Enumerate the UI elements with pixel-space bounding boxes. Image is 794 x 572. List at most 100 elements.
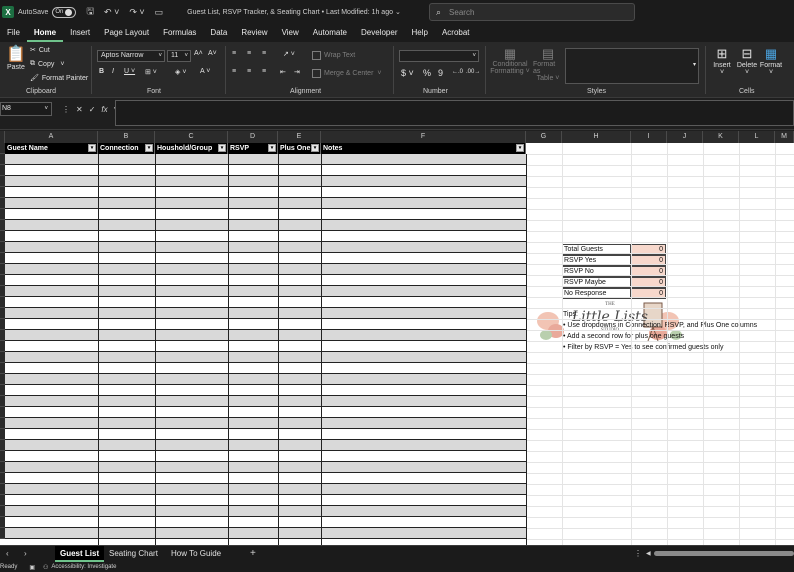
- table-row[interactable]: [5, 484, 526, 495]
- row-header[interactable]: [0, 506, 5, 517]
- row-header[interactable]: [0, 143, 5, 154]
- table-row[interactable]: [5, 407, 526, 418]
- row-header[interactable]: [0, 528, 5, 539]
- table-row[interactable]: [5, 363, 526, 374]
- row-header[interactable]: [0, 407, 5, 418]
- filter-dropdown-icon[interactable]: ▾: [88, 144, 96, 152]
- row-header[interactable]: [0, 495, 5, 506]
- table-row[interactable]: [5, 385, 526, 396]
- number-format-select[interactable]: ˅: [399, 50, 479, 62]
- tab-how-to-guide[interactable]: How To Guide: [166, 546, 226, 562]
- menu-automate[interactable]: Automate: [306, 24, 354, 42]
- increase-decimal-icon[interactable]: ←.0: [452, 69, 463, 75]
- decrease-font-icon[interactable]: A˅: [208, 50, 217, 57]
- row-header[interactable]: [0, 418, 5, 429]
- font-name-select[interactable]: Aptos Narrow ˅: [97, 50, 165, 62]
- table-row[interactable]: [5, 297, 526, 308]
- row-header[interactable]: [0, 319, 5, 330]
- table-row[interactable]: [5, 220, 526, 231]
- menu-insert[interactable]: Insert: [63, 24, 97, 42]
- percent-icon[interactable]: %: [423, 68, 431, 78]
- cell-styles-gallery[interactable]: ▾: [565, 48, 699, 84]
- worksheet-grid[interactable]: A B C D E F G H I J K L M Guest Name ▾ Co…: [0, 131, 794, 545]
- table-row[interactable]: [5, 396, 526, 407]
- insert-cells-button[interactable]: ⊞ Insert ˅: [711, 46, 733, 76]
- table-row[interactable]: [5, 154, 526, 165]
- table-row[interactable]: [5, 429, 526, 440]
- filter-dropdown-icon[interactable]: ▾: [218, 144, 226, 152]
- column-header-k[interactable]: K: [703, 131, 739, 143]
- redo-icon[interactable]: ↷ ˅: [129, 7, 144, 18]
- row-header[interactable]: [0, 176, 5, 187]
- table-row[interactable]: [5, 264, 526, 275]
- fill-color-icon[interactable]: ◈ ˅: [175, 68, 186, 76]
- row-header[interactable]: [0, 154, 5, 165]
- format-painter-button[interactable]: 🖌 Format Painter: [30, 74, 88, 83]
- decrease-decimal-icon[interactable]: .00→: [466, 69, 480, 75]
- table-row[interactable]: [5, 330, 526, 341]
- table-row[interactable]: [5, 451, 526, 462]
- table-row[interactable]: [5, 440, 526, 451]
- accessibility-icon[interactable]: ⚇: [43, 564, 48, 571]
- table-row[interactable]: [5, 517, 526, 528]
- table-row[interactable]: [5, 462, 526, 473]
- row-header[interactable]: [0, 396, 5, 407]
- table-row[interactable]: [5, 198, 526, 209]
- column-header-b[interactable]: B: [98, 131, 155, 143]
- menu-data[interactable]: Data: [203, 24, 234, 42]
- row-header[interactable]: [0, 440, 5, 451]
- table-row[interactable]: [5, 341, 526, 352]
- horizontal-scrollbar[interactable]: [654, 551, 794, 556]
- filter-dropdown-icon[interactable]: ▾: [311, 144, 319, 152]
- column-header-f[interactable]: F: [321, 131, 526, 143]
- row-header[interactable]: [0, 352, 5, 363]
- row-header[interactable]: [0, 209, 5, 220]
- row-header[interactable]: [0, 341, 5, 352]
- table-row[interactable]: [5, 506, 526, 517]
- table-row[interactable]: [5, 209, 526, 220]
- formula-input[interactable]: [115, 100, 794, 126]
- column-header-g[interactable]: G: [526, 131, 562, 143]
- row-header[interactable]: [0, 462, 5, 473]
- currency-icon[interactable]: $ ˅: [401, 68, 414, 78]
- row-header[interactable]: [0, 484, 5, 495]
- decrease-indent-icon[interactable]: ⇤: [280, 68, 286, 76]
- prev-sheet-icon[interactable]: ‹: [6, 546, 9, 562]
- document-title[interactable]: Guest List, RSVP Tracker, & Seating Char…: [187, 8, 401, 16]
- row-header[interactable]: [0, 253, 5, 264]
- filter-dropdown-icon[interactable]: ▾: [516, 144, 524, 152]
- row-header[interactable]: [0, 297, 5, 308]
- table-row[interactable]: [5, 187, 526, 198]
- table-row[interactable]: [5, 495, 526, 506]
- underline-icon[interactable]: U ˅: [124, 68, 135, 75]
- filter-dropdown-icon[interactable]: ▾: [268, 144, 276, 152]
- accessibility-status[interactable]: Accessibility: Investigate: [51, 564, 116, 570]
- column-header-i[interactable]: I: [631, 131, 667, 143]
- column-header-h[interactable]: H: [562, 131, 631, 143]
- table-row[interactable]: [5, 319, 526, 330]
- row-header[interactable]: [0, 231, 5, 242]
- menu-view[interactable]: View: [275, 24, 306, 42]
- row-header[interactable]: [0, 275, 5, 286]
- table-row[interactable]: [5, 242, 526, 253]
- table-row[interactable]: [5, 176, 526, 187]
- column-header-e[interactable]: E: [278, 131, 321, 143]
- add-sheet-icon[interactable]: +: [250, 546, 256, 562]
- align-middle-icon[interactable]: ≡: [247, 50, 251, 57]
- menu-review[interactable]: Review: [234, 24, 274, 42]
- wrap-text-button[interactable]: Wrap Text: [312, 51, 355, 60]
- row-header[interactable]: [0, 187, 5, 198]
- copy-button[interactable]: ⧉ Copy ˅: [30, 60, 64, 68]
- align-bottom-icon[interactable]: ≡: [262, 50, 266, 57]
- column-header-l[interactable]: L: [739, 131, 775, 143]
- column-header-j[interactable]: J: [667, 131, 703, 143]
- align-center-icon[interactable]: ≡: [247, 68, 251, 75]
- font-size-select[interactable]: 11 ˅: [167, 50, 191, 62]
- menu-help[interactable]: Help: [404, 24, 434, 42]
- column-header-c[interactable]: C: [155, 131, 228, 143]
- confirm-icon[interactable]: ✓: [89, 105, 96, 114]
- row-header[interactable]: [0, 385, 5, 396]
- borders-icon[interactable]: ⊞ ˅: [145, 68, 157, 76]
- next-sheet-icon[interactable]: ›: [24, 546, 27, 562]
- row-header[interactable]: [0, 330, 5, 341]
